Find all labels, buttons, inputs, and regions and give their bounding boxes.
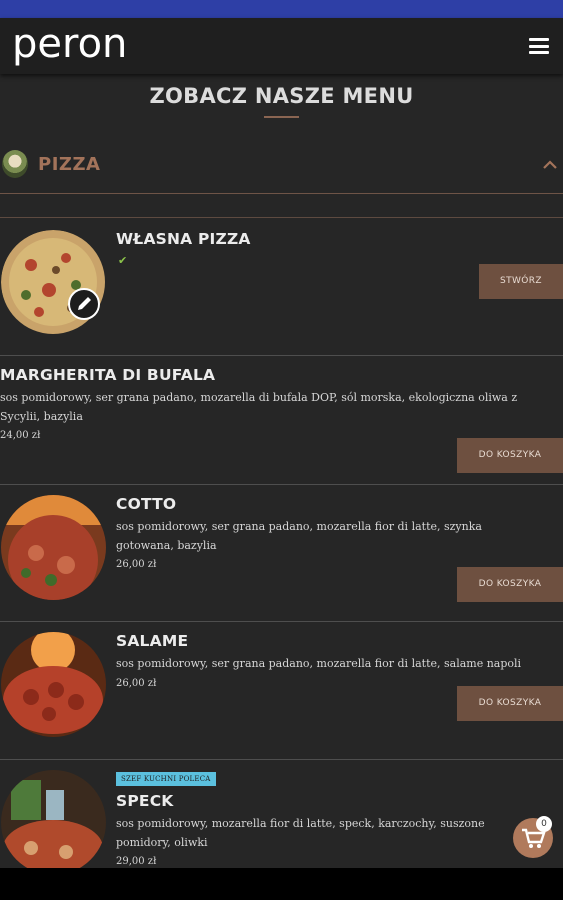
category-label: PIZZA: [38, 154, 101, 175]
add-to-cart-button[interactable]: DO KOSZYKA: [457, 438, 563, 473]
category-pizza-header[interactable]: PIZZA: [0, 136, 563, 194]
add-to-cart-button[interactable]: DO KOSZYKA: [457, 567, 563, 602]
logo[interactable]: peron: [12, 20, 127, 68]
item-name: COTTO: [116, 495, 177, 513]
item-name: WŁASNA PIZZA: [116, 230, 251, 248]
app-header: peron: [0, 18, 563, 74]
edit-pencil-icon[interactable]: [68, 288, 100, 320]
menu-content[interactable]: ZOBACZ NASZE MENU PIZZA WŁASNA PIZZA ✔ S…: [0, 74, 563, 868]
item-description: sos pomidorowy, ser grana padano, mozare…: [0, 391, 518, 423]
chevron-up-icon[interactable]: [543, 158, 557, 172]
pizza-image: [1, 632, 106, 737]
cart-count-badge: 0: [536, 816, 552, 832]
system-navigation-bar: [0, 868, 563, 900]
chef-recommends-badge: SZEF KUCHNI POLECA: [116, 772, 216, 786]
status-bar: [0, 0, 563, 18]
hamburger-menu-icon[interactable]: [529, 38, 549, 54]
list-item-margherita: MARGHERITA DI BUFALA sos pomidorowy, ser…: [0, 356, 563, 485]
page-title: ZOBACZ NASZE MENU: [149, 84, 414, 108]
list-item-speck: SZEF KUCHNI POLECA SPECK sos pomidorowy,…: [0, 760, 563, 868]
title-underline: [264, 116, 299, 118]
list-item-cotto: COTTO sos pomidorowy, ser grana padano, …: [0, 485, 563, 622]
item-price: 24,00 zł: [0, 430, 41, 441]
item-name: SALAME: [116, 632, 189, 650]
add-to-cart-button[interactable]: DO KOSZYKA: [457, 686, 563, 721]
create-pizza-button[interactable]: STWÓRZ: [479, 264, 563, 299]
list-item-wlasna-pizza: WŁASNA PIZZA ✔ STWÓRZ: [0, 218, 563, 356]
item-description: sos pomidorowy, ser grana padano, mozare…: [116, 657, 522, 670]
item-description: sos pomidorowy, mozarella fior di latte,…: [116, 817, 485, 849]
item-name: SPECK: [116, 792, 174, 810]
pizza-image: [1, 495, 106, 600]
pizza-image: [1, 770, 106, 868]
item-description: sos pomidorowy, ser grana padano, mozare…: [116, 520, 482, 552]
item-price: 29,00 zł: [116, 856, 157, 867]
item-price: 26,00 zł: [116, 678, 157, 689]
pizza-category-icon: [2, 150, 28, 178]
item-name: MARGHERITA DI BUFALA: [0, 366, 216, 384]
list-item-salame: SALAME sos pomidorowy, ser grana padano,…: [0, 622, 563, 760]
check-icon: ✔: [118, 254, 128, 267]
item-price: 26,00 zł: [116, 559, 157, 570]
